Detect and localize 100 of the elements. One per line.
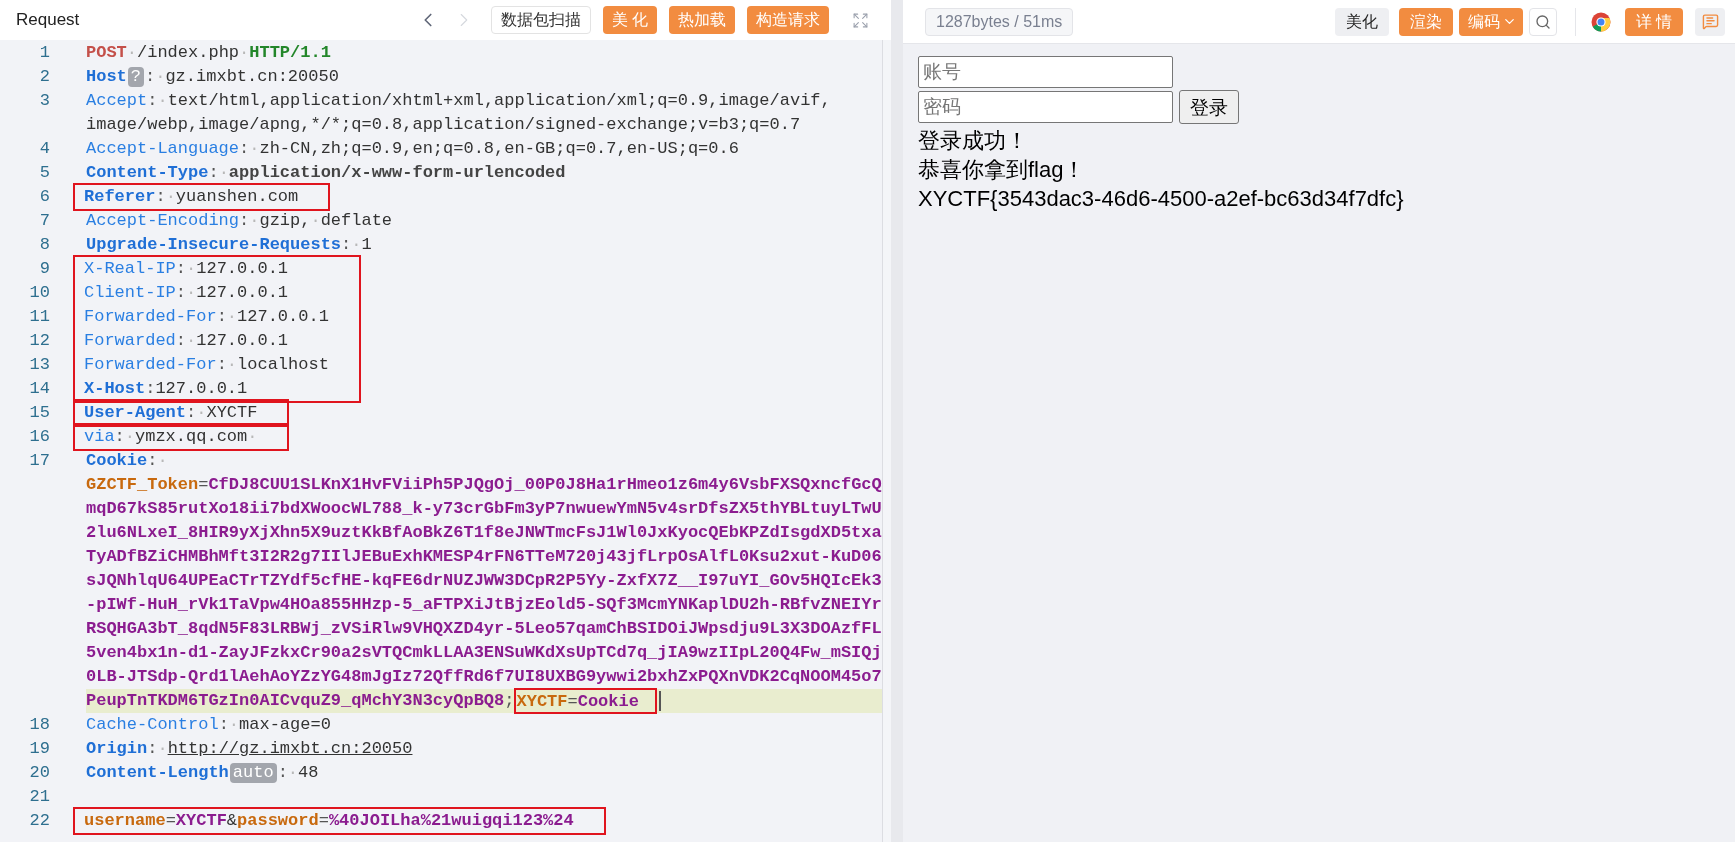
line-number: 12 — [28, 330, 50, 352]
code-token: %40JOILha%21wuigqi123%24 — [328, 810, 574, 832]
search-button[interactable] — [1528, 7, 1557, 36]
toolbar-button[interactable]: 热加载 — [669, 6, 735, 34]
whitespace-marker: · — [157, 738, 168, 760]
code-token: -pIWf-HuH_rVk1TaVpw4HOa855HHzp-5_aFTPXiJtBjzEold5-SQf3McmYNKaplDU2h-RBfvZNEIYr — [86, 594, 882, 616]
text-field[interactable]: 密码 — [918, 91, 1173, 123]
code-token: : — [147, 90, 158, 112]
search-icon — [1534, 13, 1551, 30]
message-icon — [1701, 13, 1719, 30]
code-token: Accept — [86, 90, 148, 112]
code-token: Cache-Control — [86, 714, 219, 736]
code-token: text/html,application/xhtml+xml,application/xml;q=0.9,image/avif, — [167, 90, 831, 112]
line-number: 10 — [28, 282, 50, 304]
code-token: RSQHGA3bT_8qdN5F83LRBWj_zVSiRlw9VHQXZD4yr-5Leo57qamChBSIDOiJWpsdju9L3X3DOAzfFL — [86, 618, 882, 640]
toolbar-button[interactable]: 美化 — [1334, 7, 1389, 36]
code-token: : — [145, 66, 156, 88]
code-token: Host — [86, 66, 127, 88]
code-token: : — [114, 426, 125, 448]
code-token: & — [226, 810, 238, 832]
line-number: 15 — [28, 402, 50, 424]
code-token: 1 — [361, 234, 372, 256]
line-number: 22 — [28, 810, 50, 832]
whitespace-marker: · — [186, 258, 197, 280]
line-number: 13 — [28, 354, 50, 376]
code-token: = — [165, 810, 176, 832]
line-number: 3 — [38, 90, 50, 112]
code-token: mqD67kS85rutXo18ii7bdXWoocWL788_k-y73crGbFm3yP7nwuewYmN5v4srDfsZX5thYBLtuyLTwU — [86, 498, 882, 520]
whitespace-marker: · — [186, 330, 197, 352]
whitespace-marker: · — [157, 450, 168, 472]
code-token: GZCTF_Token — [86, 474, 199, 496]
code-token: gzip, — [259, 210, 311, 232]
code-token: 127.0.0.1 — [196, 282, 289, 304]
line-number: 1 — [38, 42, 50, 64]
code-token: : — [208, 162, 219, 184]
code-token: Forwarded-For — [84, 306, 217, 328]
whitespace-marker: · — [226, 306, 238, 328]
hint-tag[interactable]: auto — [229, 763, 277, 783]
code-token: Accept-Encoding — [86, 210, 240, 232]
line-number: 19 — [28, 738, 50, 760]
toolbar-button[interactable]: 构造请求 — [747, 6, 829, 34]
line-number: 5 — [38, 162, 50, 184]
code-token: 48 — [298, 762, 319, 784]
whitespace-marker: · — [218, 162, 229, 184]
whitespace-marker: · — [247, 426, 258, 448]
code-token: image/webp,image/apng,*/*;q=0.8,application/signed-exchange;v=b3;q=0.7 — [86, 114, 801, 136]
code-token: XYCTF — [516, 692, 568, 711]
code-token: application/x-www-form-urlencoded — [228, 162, 566, 184]
code-token: sJQNhlqU64UPEaCTrTZYdf5cfHE-kqFE6drNUZJWW3DCpR2P5Yy-ZxfX7Z__I97uYI_GOv5HQIcEk3 — [86, 570, 882, 592]
login-button[interactable]: 登录 — [1179, 90, 1239, 124]
code-token: password — [237, 810, 319, 832]
toolbar-button[interactable]: 详 情 — [1624, 7, 1683, 36]
code-token: Upgrade-Insecure-Requests — [86, 234, 342, 256]
code-token: PeupTnTKDM6TGzIn0AICvquZ9_qMchY3N3cyQpBQ8 — [86, 690, 505, 712]
text-field[interactable]: 账号 — [918, 56, 1173, 88]
code-token: deflate — [320, 210, 393, 232]
code-token: Content-Type — [86, 162, 209, 184]
code-token: gz.imxbt.cn:20050 — [165, 66, 339, 88]
whitespace-marker: · — [165, 186, 176, 208]
code-token: : — [175, 282, 187, 304]
code-token: : — [155, 186, 166, 208]
line-number: 9 — [38, 258, 50, 280]
code-token: 5ven4bx1n-d1-ZayJFzkxCr90a2sVTQCmkLLAA3ENSuWKdXsUpTCd7q_jIA9wzIIpL20Q4Fw_mSIQj — [86, 642, 882, 664]
code-token: max-age=0 — [239, 714, 331, 736]
code-token: : — [145, 378, 156, 400]
dropdown-button[interactable]: 编码 — [1458, 7, 1523, 36]
code-token: ymzx.qq.com — [135, 426, 248, 448]
hint-tag[interactable]: ? — [127, 67, 144, 87]
code-token: Content-Length — [86, 762, 229, 784]
whitespace-marker: · — [351, 234, 362, 256]
whitespace-marker: · — [310, 210, 321, 232]
toolbar-button[interactable]: 数据包扫描 — [490, 6, 591, 34]
code-token: User-Agent — [84, 402, 187, 424]
line-number: 14 — [28, 378, 50, 400]
code-token: HTTP/1.1 — [249, 42, 331, 64]
code-token: : — [186, 402, 197, 424]
comment-button[interactable] — [1695, 7, 1725, 36]
toolbar-button[interactable]: 渲染 — [1398, 7, 1453, 36]
line-number: 4 — [38, 138, 50, 160]
code-token: = — [318, 810, 329, 832]
code-token: : — [216, 354, 227, 376]
whitespace-marker: · — [155, 66, 166, 88]
code-token: via — [84, 426, 115, 448]
browser-logo-icon — [1591, 11, 1612, 32]
whitespace-marker: · — [157, 90, 168, 112]
expand-icon — [851, 11, 869, 29]
toolbar-button[interactable]: 美 化 — [602, 6, 657, 34]
code-token: http://gz.imxbt.cn:20050 — [167, 738, 413, 760]
whitespace-marker: · — [226, 354, 238, 376]
whitespace-marker: · — [186, 282, 197, 304]
code-token: : — [175, 330, 187, 352]
whitespace-marker: · — [196, 402, 207, 424]
line-number: 16 — [28, 426, 50, 448]
code-token: yuanshen.com — [175, 186, 299, 208]
code-token: 127.0.0.1 — [196, 330, 289, 352]
code-token: : — [175, 258, 187, 280]
code-token: 127.0.0.1 — [155, 378, 248, 400]
line-number: 8 — [38, 234, 50, 256]
code-token: X-Host — [84, 378, 146, 400]
code-token: /index.php — [137, 42, 240, 64]
